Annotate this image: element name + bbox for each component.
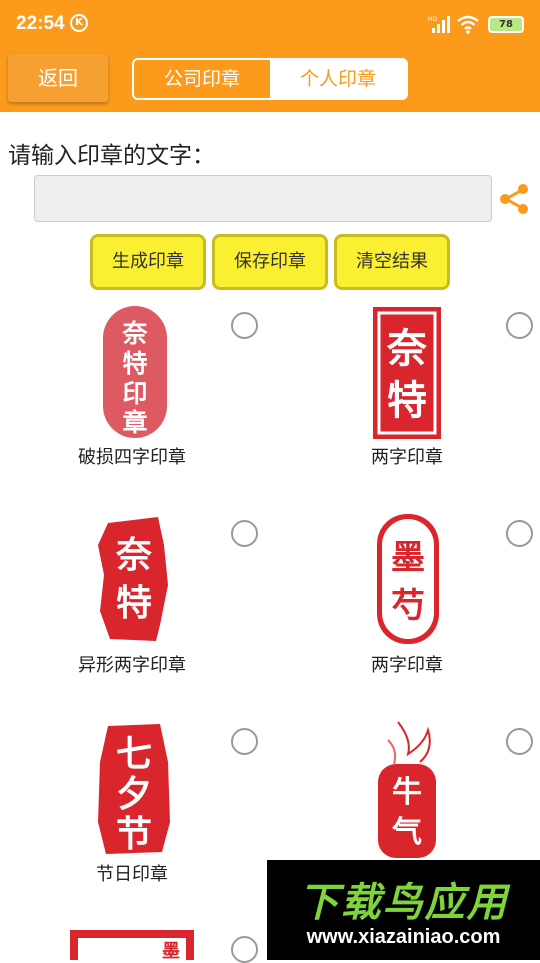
seal-label-1: 破损四字印章 [78,447,186,468]
watermark-url: www.xiazainiao.com [306,926,501,948]
svg-text:夕: 夕 [116,773,152,815]
seal-preview-irregular-two-char[interactable]: 奈 特 [98,515,170,643]
seal-preview-ink-splash[interactable]: 牛 气 [368,720,442,860]
svg-text:墨: 墨 [391,538,425,578]
seal-label-4: 两字印章 [371,655,443,676]
status-bar: 22:54 K HD 78 [0,0,540,48]
back-button[interactable]: 返回 [8,54,108,102]
generate-seal-button[interactable]: 生成印章 [90,234,206,290]
seal-label-3: 异形两字印章 [78,655,186,676]
svg-text:奈: 奈 [121,319,148,348]
battery-level: 78 [499,19,513,30]
seal-radio-4[interactable] [506,520,533,547]
seal-preview-two-char-2[interactable]: 墨 芍 [376,513,440,645]
watermark-title: 下载鸟应用 [298,880,509,926]
svg-text:印: 印 [122,379,147,408]
seal-preview-festival[interactable]: 七 夕 节 [96,722,172,856]
svg-text:奈: 奈 [115,534,152,576]
svg-text:特: 特 [116,582,152,624]
save-seal-button[interactable]: 保存印章 [212,234,328,290]
seal-radio-5[interactable] [231,728,258,755]
tab-personal-seal[interactable]: 个人印章 [270,60,406,98]
seal-radio-6[interactable] [506,728,533,755]
tab-company-seal[interactable]: 公司印章 [134,60,270,98]
svg-text:七: 七 [116,733,152,775]
seal-label-5: 节日印章 [96,864,168,885]
app-header: 返回 公司印章 个人印章 [0,48,540,112]
share-icon[interactable] [498,183,530,215]
svg-text:气: 气 [392,815,422,850]
svg-text:特: 特 [122,349,147,378]
k-badge-icon: K [70,14,88,32]
seal-radio-1[interactable] [231,312,258,339]
clear-result-button[interactable]: 清空结果 [334,234,450,290]
battery-icon: 78 [488,16,524,33]
input-prompt: 请输入印章的文字： [8,143,215,169]
seal-preview-square[interactable]: 墨 [70,930,194,960]
seal-preview-two-char-1[interactable]: 奈 特 [372,306,442,440]
seal-text-input[interactable] [34,175,492,222]
svg-text:奈: 奈 [386,325,427,372]
seal-preview-damaged-four-char[interactable]: 奈 特 印 章 [102,305,168,439]
svg-text:牛: 牛 [392,775,422,810]
svg-text:墨: 墨 [162,941,180,960]
svg-text:芍: 芍 [391,586,425,626]
seal-label-2: 两字印章 [371,447,443,468]
seal-radio-3[interactable] [231,520,258,547]
svg-text:节: 节 [116,813,152,855]
wifi-icon [457,15,479,34]
svg-text:章: 章 [122,408,147,437]
svg-text:特: 特 [387,377,427,424]
seal-type-tabs: 公司印章 个人印章 [132,58,408,100]
svg-text:HD: HD [428,16,438,23]
watermark-logo: 下载鸟应用 www.xiazainiao.com [267,860,540,960]
status-time: 22:54 [16,13,65,34]
seal-radio-7[interactable] [231,936,258,963]
action-bar: 生成印章 保存印章 清空结果 [90,234,450,290]
signal-icon: HD [428,16,450,33]
seal-radio-2[interactable] [506,312,533,339]
